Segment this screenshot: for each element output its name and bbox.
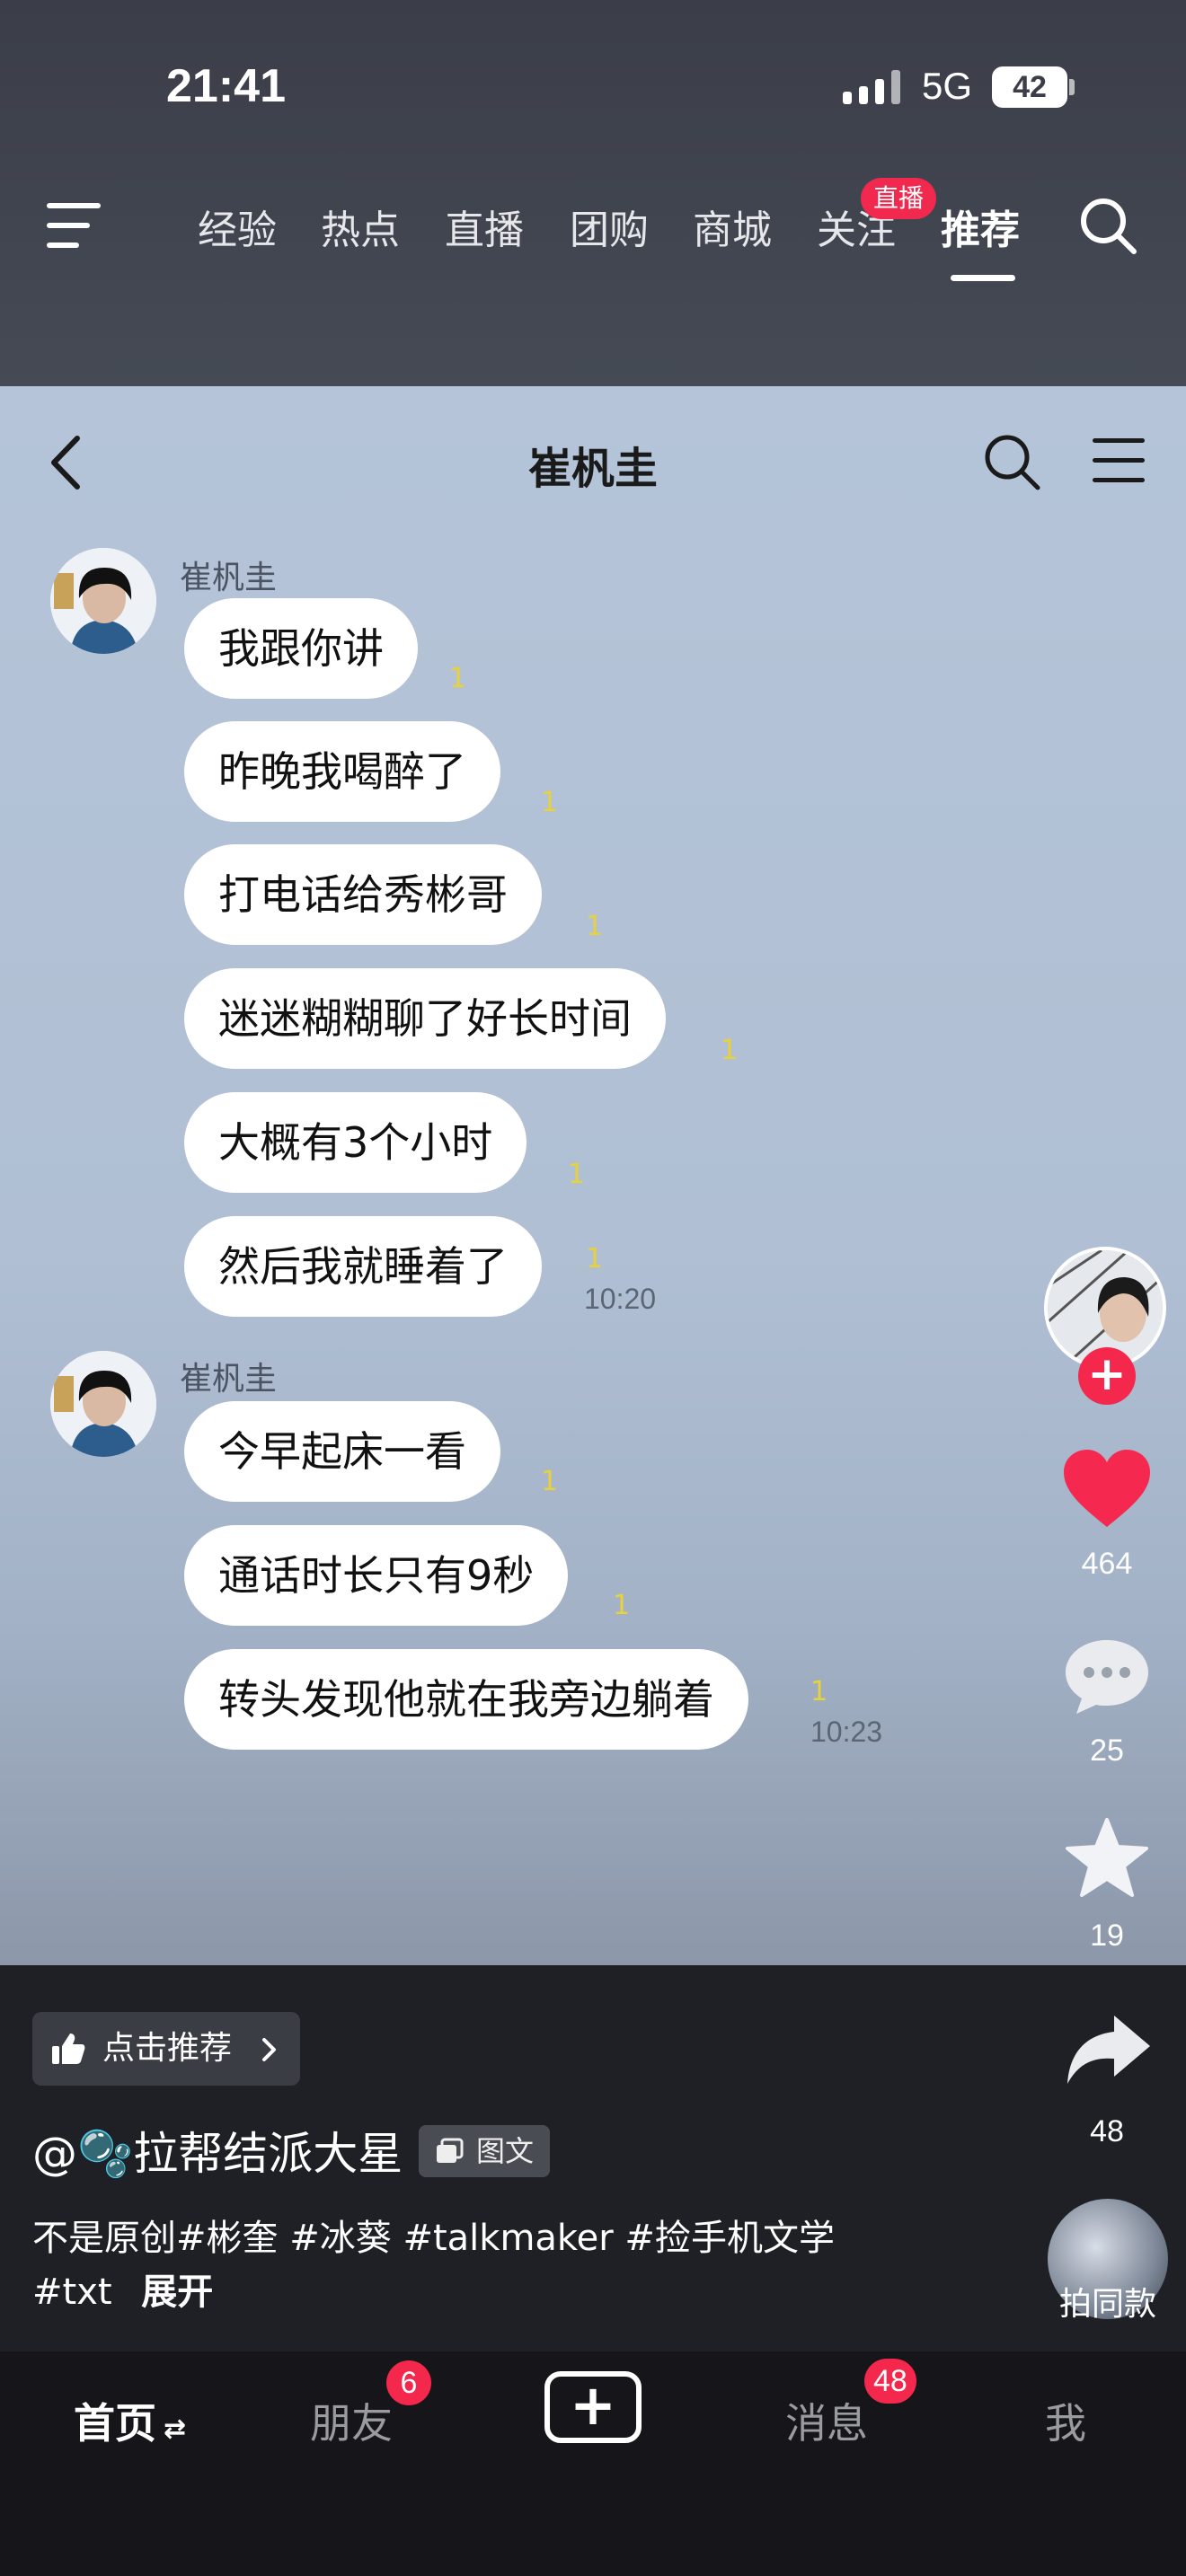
messages-badge: 48: [864, 2359, 916, 2404]
image-post-icon: [437, 2138, 464, 2163]
nav-home-label: 首页: [74, 2399, 156, 2448]
menu-icon[interactable]: [47, 203, 104, 248]
post-type-label: 图文: [476, 2134, 535, 2168]
message-bubble: 转头发现他就在我旁边躺着: [184, 1649, 748, 1750]
description-hashtag[interactable]: #txt: [32, 2272, 112, 2313]
message-bubble: 昨晚我喝醉了: [184, 721, 500, 822]
post-type-badge: 图文: [419, 2125, 551, 2177]
status-time: 21:41: [166, 60, 286, 112]
sender-name: 崔杋圭: [180, 560, 278, 596]
sender-name: 崔杋圭: [180, 1361, 278, 1398]
tab-live[interactable]: 直播: [445, 198, 524, 255]
remix-label[interactable]: 拍同款: [1033, 2278, 1182, 2325]
comment-icon[interactable]: [1062, 1636, 1152, 1717]
read-count: 1: [810, 1676, 828, 1707]
live-badge: 直播: [861, 178, 937, 219]
active-tab-indicator: [951, 275, 1015, 281]
signal-icon: [843, 70, 900, 104]
tab-recommend[interactable]: 推荐: [941, 198, 1020, 255]
recommend-label: 点击推荐: [102, 2030, 233, 2067]
message-bubble: 迷迷糊糊聊了好长时间: [184, 968, 666, 1069]
network-label: 5G: [922, 65, 973, 107]
tab-group-buy[interactable]: 团购: [570, 198, 649, 255]
share-icon[interactable]: [1066, 2012, 1152, 2087]
read-count: 1: [449, 663, 467, 694]
message-time: 10:20: [584, 1283, 657, 1315]
like-icon[interactable]: [1062, 1448, 1152, 1531]
battery-tip: [1069, 79, 1075, 95]
tab-hot[interactable]: 热点: [321, 198, 400, 255]
chevron-right-icon: [262, 2038, 276, 2061]
search-icon[interactable]: [1078, 196, 1137, 255]
share-count: 48: [1090, 2114, 1124, 2148]
message-bubble: 然后我就睡着了: [184, 1216, 542, 1317]
post-description: 不是原创#彬奎 #冰葵 #talkmaker #捡手机文学 #txt 展开: [32, 2211, 931, 2319]
like-count: 464: [1081, 1547, 1133, 1581]
read-count: 1: [721, 1035, 739, 1066]
expand-link[interactable]: 展开: [141, 2272, 213, 2313]
friends-badge: 6: [386, 2360, 431, 2405]
favorite-star-icon[interactable]: [1064, 1816, 1150, 1899]
read-count: 1: [586, 1243, 604, 1275]
battery-icon: 42: [992, 66, 1067, 108]
message-bubble: 打电话给秀彬哥: [184, 844, 542, 945]
top-header: [0, 0, 1186, 386]
refresh-arrows-icon: ⇄: [164, 2413, 187, 2445]
message-bubble: 今早起床一看: [184, 1401, 500, 1502]
sender-avatar: [50, 548, 156, 654]
nav-me[interactable]: 我: [1045, 2391, 1086, 2450]
tab-experience[interactable]: 经验: [198, 198, 277, 255]
nav-home[interactable]: 首页 ⇄: [74, 2391, 186, 2450]
sender-avatar: [50, 1351, 156, 1457]
read-count: 1: [586, 911, 604, 942]
read-count: 1: [568, 1159, 586, 1190]
tab-mall[interactable]: 商城: [693, 198, 772, 255]
description-text: 不是原创#彬奎 #冰葵 #talkmaker #捡手机文学: [32, 2218, 835, 2259]
recommend-button[interactable]: 点击推荐: [32, 2012, 300, 2086]
nav-friends[interactable]: 朋友: [310, 2391, 393, 2450]
read-count: 1: [541, 787, 559, 818]
message-bubble: 我跟你讲: [184, 598, 418, 699]
message-bubble: 大概有3个小时: [184, 1092, 527, 1193]
thumbs-up-icon: [52, 2033, 85, 2064]
chat-menu-icon: [1093, 438, 1145, 483]
message-time: 10:23: [810, 1716, 883, 1748]
read-count: 1: [541, 1466, 559, 1497]
chat-search-icon: [985, 435, 1040, 490]
message-bubble: 通话时长只有9秒: [184, 1525, 569, 1626]
comment-count: 25: [1090, 1734, 1124, 1768]
author-name[interactable]: @🫧拉帮结派大星: [32, 2118, 403, 2183]
follow-plus-button[interactable]: +: [1078, 1347, 1136, 1405]
read-count: 1: [613, 1590, 631, 1621]
nav-messages[interactable]: 消息: [785, 2391, 868, 2450]
create-post-button[interactable]: +: [544, 2371, 642, 2443]
favorite-count: 19: [1090, 1919, 1124, 1953]
